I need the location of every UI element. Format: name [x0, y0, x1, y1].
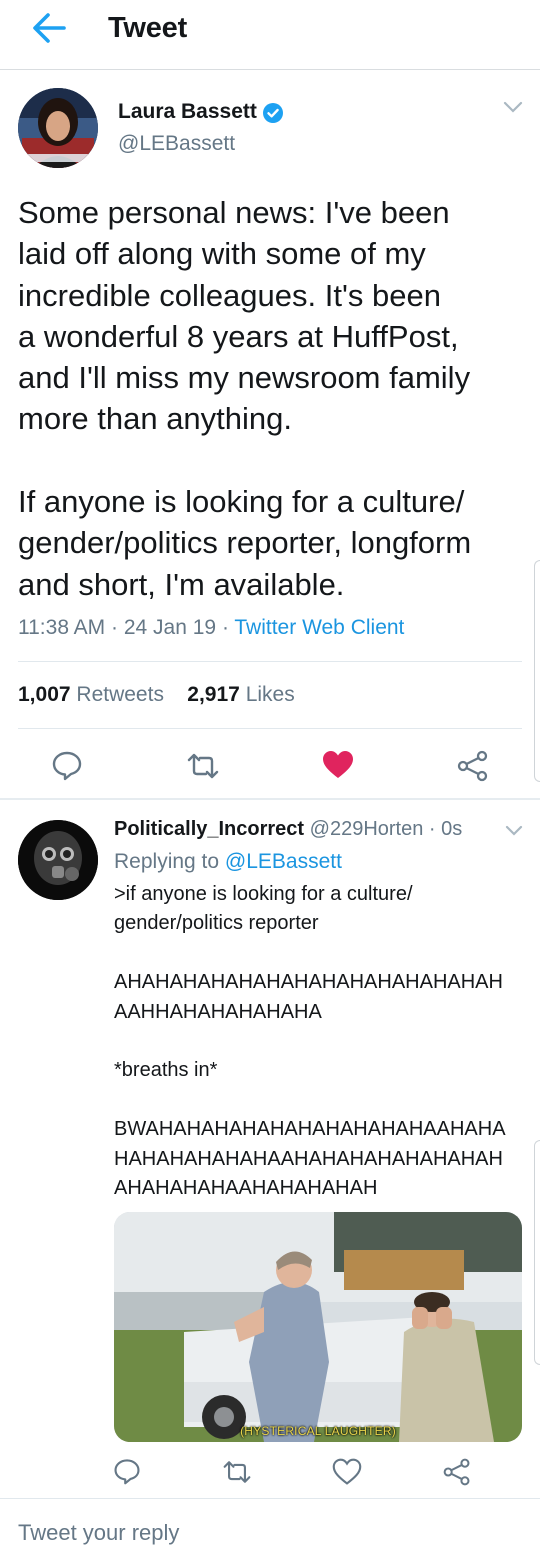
divider: [0, 1498, 540, 1499]
reply-author-handle: @229Horten: [309, 818, 424, 840]
meta-separator: ·: [221, 616, 235, 639]
reply-time: 0s: [441, 818, 463, 840]
chevron-down-icon[interactable]: [504, 824, 524, 837]
share-icon[interactable]: [442, 1457, 472, 1487]
tweet-text: Some personal news: I've been laid off a…: [18, 195, 472, 602]
back-arrow-icon[interactable]: [28, 10, 70, 46]
likes-count: 2,917: [187, 683, 240, 706]
avatar[interactable]: [18, 820, 98, 900]
reply-icon[interactable]: [112, 1456, 142, 1486]
retweet-icon[interactable]: [186, 749, 220, 783]
tweet-stats: 1,007 Retweets 2,917 Likes: [18, 683, 295, 707]
tweet-client-link[interactable]: Twitter Web Client: [234, 616, 404, 639]
media-image: [114, 1212, 522, 1442]
avatar-photo: [18, 88, 98, 168]
media-gif[interactable]: (HYSTERICAL LAUGHTER): [114, 1212, 522, 1442]
verified-badge-icon: [263, 103, 283, 123]
tweet-meta: 11:38 AM · 24 Jan 19 · Twitter Web Clien…: [18, 616, 404, 640]
divider: [18, 661, 522, 662]
retweet-icon[interactable]: [222, 1457, 252, 1487]
divider: [18, 728, 522, 729]
likes-count-link[interactable]: 2,917 Likes: [187, 683, 294, 706]
replying-prefix: Replying to: [114, 850, 220, 873]
author-handle[interactable]: @LEBassett: [118, 132, 235, 156]
avatar-photo: [18, 820, 98, 900]
page-title: Tweet: [108, 12, 188, 44]
chevron-down-icon[interactable]: [502, 100, 524, 114]
reply-input[interactable]: Tweet your reply: [18, 1520, 179, 1546]
tweet-date: 24 Jan 19: [123, 616, 217, 639]
replying-to: Replying to @LEBassett: [114, 850, 342, 874]
like-icon[interactable]: [321, 748, 355, 782]
like-icon[interactable]: [332, 1457, 362, 1487]
retweets-label: Retweets: [76, 683, 164, 706]
retweets-count: 1,007: [18, 683, 71, 706]
reply-icon[interactable]: [50, 748, 84, 782]
top-bar: Tweet: [0, 0, 540, 70]
retweets-count-link[interactable]: 1,007 Retweets: [18, 683, 164, 706]
reply-author[interactable]: Politically_Incorrect @229Horten · 0s: [114, 818, 462, 841]
meta-separator: ·: [111, 616, 124, 639]
meta-separator: ·: [423, 818, 442, 840]
reply-text: >if anyone is looking for a culture/ gen…: [114, 883, 506, 1200]
likes-label: Likes: [245, 683, 295, 706]
media-caption: (HYSTERICAL LAUGHTER): [240, 1424, 396, 1438]
section-separator: [0, 798, 540, 800]
scrollbar[interactable]: [534, 560, 540, 782]
mention-link[interactable]: @LEBassett: [225, 850, 342, 873]
reply-author-name: Politically_Incorrect: [114, 818, 305, 840]
share-icon[interactable]: [456, 749, 490, 783]
scrollbar[interactable]: [534, 1140, 540, 1365]
tweet-time: 11:38 AM: [18, 616, 106, 639]
author-name[interactable]: Laura Bassett: [118, 100, 257, 124]
avatar[interactable]: [18, 88, 98, 168]
